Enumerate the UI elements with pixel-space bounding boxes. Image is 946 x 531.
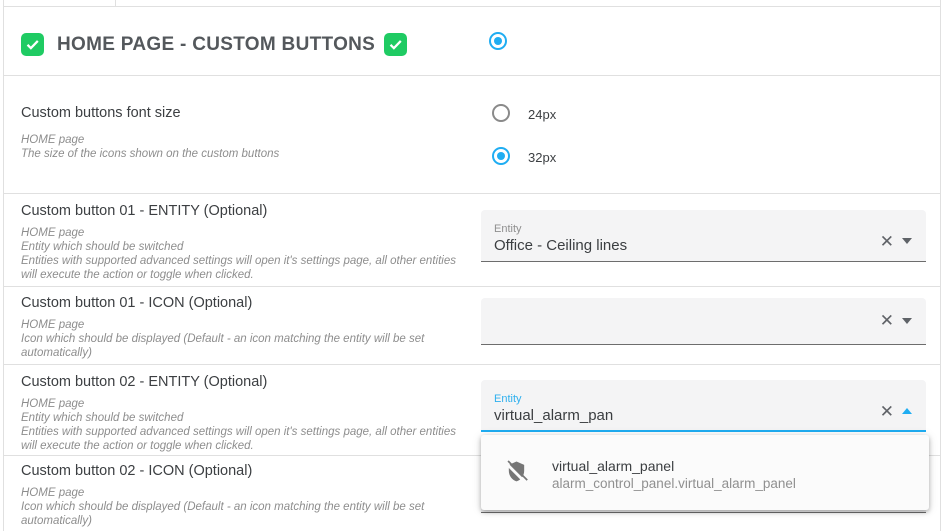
entity-dropdown: virtual_alarm_panel alarm_control_panel.…: [481, 435, 929, 510]
chevron-down-icon[interactable]: [902, 318, 912, 324]
field-value: virtual_alarm_pan: [494, 407, 614, 424]
dropdown-item-subtitle: alarm_control_panel.virtual_alarm_panel: [552, 476, 796, 491]
button01-icon-section: Custom button 01 - ICON (Optional) HOME …: [21, 295, 475, 360]
divider: [3, 193, 940, 194]
setting-title: Custom button 02 - ENTITY (Optional): [21, 374, 268, 390]
button02-entity-section: Custom button 02 - ENTITY (Optional) HOM…: [21, 374, 475, 453]
header-radio-selected[interactable]: [489, 32, 507, 50]
setting-description: HOME page Icon which should be displayed…: [21, 487, 425, 527]
page-title: HOME PAGE - CUSTOM BUTTONS: [57, 34, 376, 55]
section-checkbox-right[interactable]: [384, 33, 407, 56]
divider: [3, 286, 940, 287]
entity-01-field[interactable]: Entity Office - Ceiling lines ✕: [481, 210, 926, 262]
setting-title: Custom button 01 - ICON (Optional): [21, 295, 253, 311]
radio-32px-label[interactable]: 32px: [528, 150, 556, 165]
shield-off-icon: [504, 460, 528, 484]
check-icon: [26, 40, 39, 50]
chevron-up-icon[interactable]: [902, 408, 912, 414]
setting-description: HOME page Icon which should be displayed…: [21, 319, 425, 359]
radio-24px[interactable]: [492, 104, 510, 122]
divider: [3, 6, 940, 7]
setting-title: Custom buttons font size: [21, 105, 181, 121]
section-checkbox-left[interactable]: [21, 33, 44, 56]
divider: [3, 75, 940, 76]
card-left-border: [3, 0, 4, 531]
entity-02-field[interactable]: Entity virtual_alarm_pan ✕: [481, 380, 926, 432]
button02-icon-section: Custom button 02 - ICON (Optional) HOME …: [21, 463, 475, 528]
settings-page: HOME PAGE - CUSTOM BUTTONS Custom button…: [0, 0, 946, 531]
setting-description: HOME page Entity which should be switche…: [21, 398, 456, 452]
field-value: Office - Ceiling lines: [494, 237, 628, 254]
setting-title: Custom button 02 - ICON (Optional): [21, 463, 253, 479]
radio-24px-label[interactable]: 24px: [528, 107, 556, 122]
clear-icon[interactable]: ✕: [880, 233, 894, 250]
setting-description: HOME page The size of the icons shown on…: [21, 134, 280, 160]
icon-01-field[interactable]: ✕: [481, 298, 926, 345]
chevron-down-icon[interactable]: [902, 238, 912, 244]
clear-icon[interactable]: ✕: [880, 403, 894, 420]
dropdown-item-title: virtual_alarm_panel: [552, 458, 675, 474]
field-label: Entity: [494, 393, 522, 405]
clear-icon[interactable]: ✕: [880, 312, 894, 329]
dropdown-item[interactable]: virtual_alarm_panel alarm_control_panel.…: [481, 435, 929, 510]
font-size-section: Custom buttons font size HOME page The s…: [21, 105, 475, 161]
setting-title: Custom button 01 - ENTITY (Optional): [21, 203, 268, 219]
button01-entity-section: Custom button 01 - ENTITY (Optional) HOM…: [21, 203, 475, 282]
check-icon: [389, 40, 402, 50]
divider: [3, 364, 940, 365]
field-label: Entity: [494, 223, 522, 235]
card-right-border: [940, 0, 941, 531]
radio-32px[interactable]: [492, 147, 510, 165]
setting-description: HOME page Entity which should be switche…: [21, 227, 456, 281]
